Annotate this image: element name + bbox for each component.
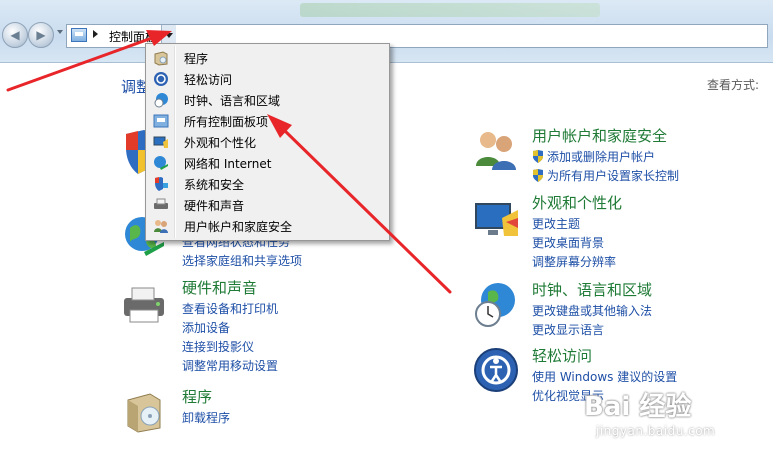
baidu-jingyan-watermark: Bai 经验	[584, 392, 692, 422]
baidu-jingyan-url: jingyan.baidu.com	[596, 424, 716, 438]
